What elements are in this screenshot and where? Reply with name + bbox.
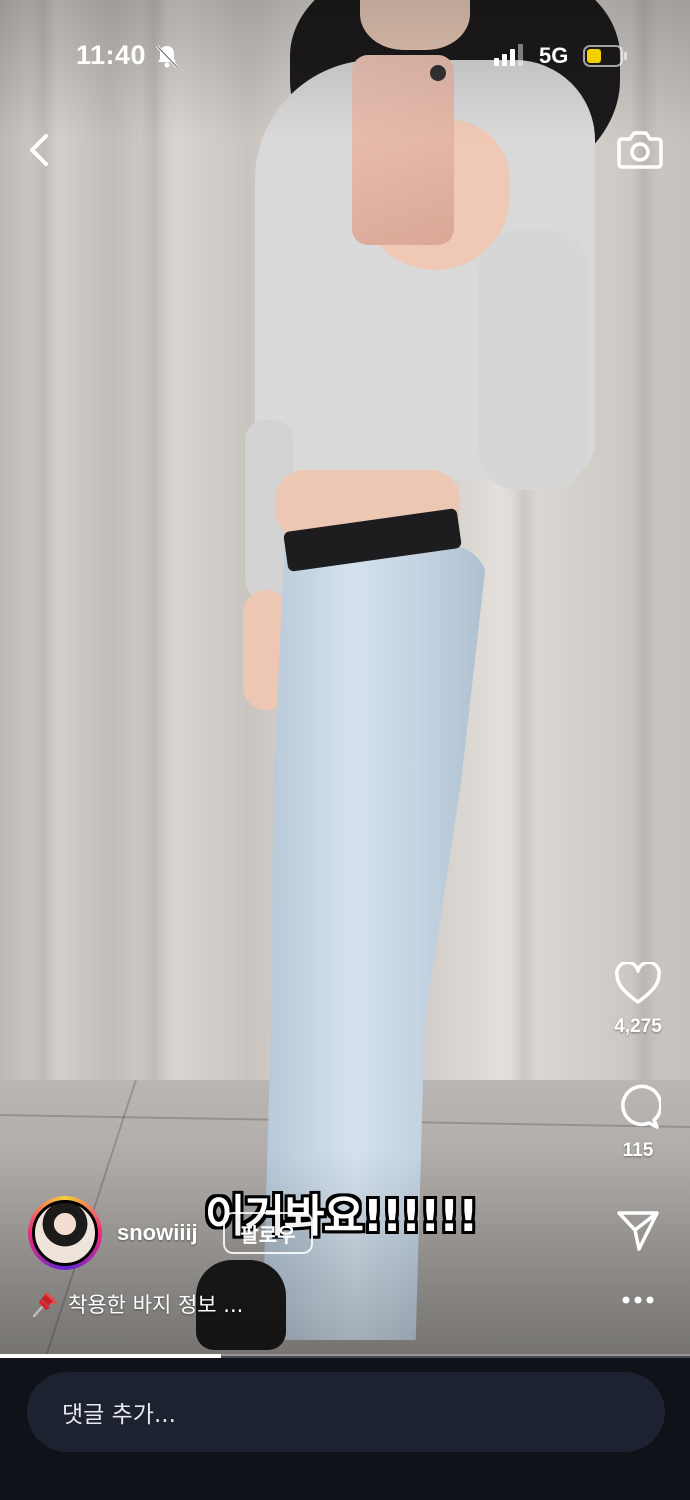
- curtain-fold: [140, 0, 168, 1100]
- camera-icon[interactable]: [616, 126, 664, 172]
- comment-icon: [621, 1084, 661, 1129]
- comment-bar: 댓글 추가...: [0, 1358, 690, 1500]
- chevron-left-icon[interactable]: [22, 130, 58, 170]
- like-button[interactable]: 4,275: [598, 962, 678, 1038]
- comment-input[interactable]: 댓글 추가...: [27, 1372, 665, 1452]
- comment-button[interactable]: 115: [598, 1084, 678, 1162]
- network-type: 5G: [539, 43, 569, 68]
- caption[interactable]: 착용한 바지 정보 ...: [30, 1289, 243, 1319]
- pushpin-icon: [32, 1292, 57, 1318]
- bell-off-icon: [155, 44, 179, 69]
- follow-button[interactable]: 팔로우: [223, 1212, 313, 1254]
- username[interactable]: snowiiij: [117, 1220, 198, 1246]
- caption-text: 착용한 바지 정보 ...: [68, 1293, 244, 1317]
- more-button[interactable]: [598, 1288, 678, 1312]
- like-count: 4,275: [614, 1016, 662, 1037]
- status-time: 11:40: [76, 40, 147, 70]
- share-icon: [617, 1211, 659, 1251]
- comment-count: 115: [622, 1140, 654, 1161]
- battery-icon: [583, 45, 627, 67]
- avatar[interactable]: [28, 1196, 102, 1270]
- more-icon: [622, 1296, 654, 1304]
- reel-video[interactable]: [0, 0, 690, 1356]
- heart-icon: [615, 962, 661, 1004]
- signal-icon: [494, 44, 523, 66]
- share-button[interactable]: [598, 1208, 678, 1252]
